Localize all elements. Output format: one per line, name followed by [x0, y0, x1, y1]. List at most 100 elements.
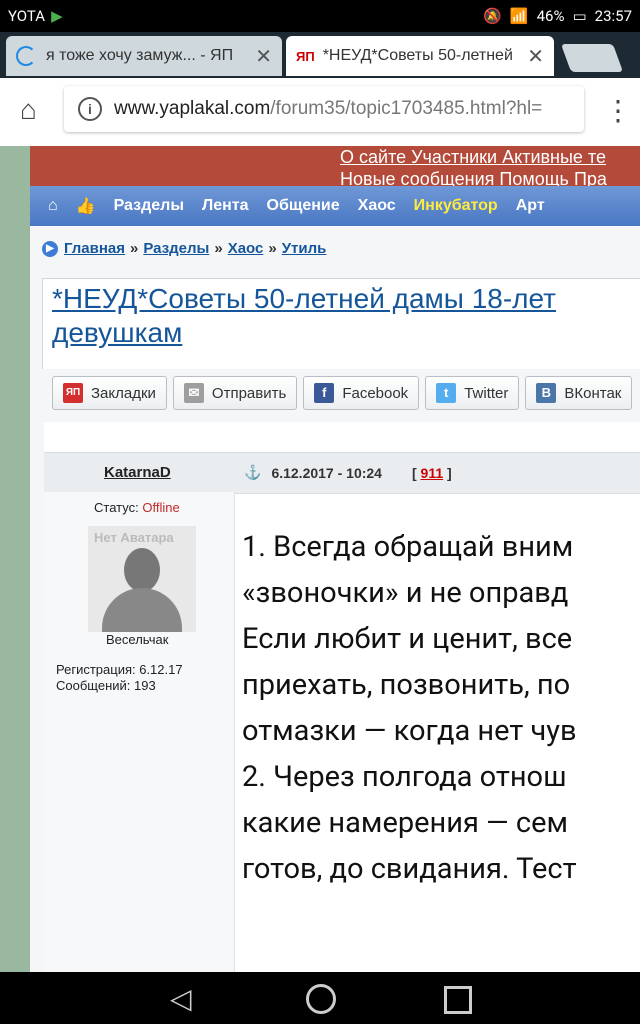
- avatar: Нет Аватара: [88, 526, 196, 632]
- author-messages: Сообщений: 193: [56, 678, 156, 693]
- breadcrumb-sep: »: [268, 240, 277, 257]
- avatar-body-icon: [102, 588, 182, 632]
- share-label: Закладки: [91, 384, 156, 402]
- status-bar: YOTA ▶ 🔕 📶 46% ▭ 23:57: [0, 0, 640, 32]
- breadcrumb-razdely[interactable]: Разделы: [143, 240, 209, 257]
- info-icon[interactable]: i: [78, 97, 102, 121]
- breadcrumb-arrow-icon: ▶: [42, 240, 58, 257]
- clock: 23:57: [594, 7, 632, 25]
- facebook-icon: f: [314, 383, 335, 403]
- recents-icon[interactable]: [444, 986, 472, 1014]
- nav-item-inkubator[interactable]: Инкубатор: [414, 197, 498, 215]
- anchor-icon[interactable]: ⚓: [244, 464, 261, 481]
- post-body: 1. Всегда обращай вним «звоночки» и не о…: [242, 524, 640, 892]
- share-vk-button[interactable]: В ВКонтак: [525, 376, 633, 410]
- tab-label: я тоже хочу замуж... - ЯП: [46, 47, 234, 64]
- back-icon[interactable]: ◁: [170, 982, 192, 1015]
- address-bar[interactable]: i www.yaplakal.com /forum35/topic1703485…: [64, 86, 584, 132]
- post-line: какие намерения — сем: [242, 806, 568, 840]
- vk-icon: В: [536, 383, 557, 403]
- avatar-placeholder-text: Нет Аватара: [94, 530, 174, 545]
- share-send-button[interactable]: ✉ Отправить: [172, 376, 298, 410]
- nav-item-obshchenie[interactable]: Общение: [267, 197, 340, 215]
- topic-title[interactable]: *НЕУД*Советы 50-летней дамы 18-лет девуш…: [52, 282, 556, 350]
- post-author[interactable]: KatarnaD: [104, 464, 171, 481]
- status-value: Offline: [142, 500, 180, 515]
- topic-title-line2: девушкам: [52, 317, 183, 348]
- post-meta: ⚓ 6.12.2017 - 10:24 [ 911 ]: [244, 464, 452, 481]
- breadcrumb: ▶ Главная » Разделы » Хаос » Утиль: [42, 240, 326, 257]
- mute-icon: 🔕: [483, 7, 502, 25]
- author-registration: Регистрация: 6.12.17: [56, 662, 183, 677]
- menu-icon[interactable]: ⋮: [604, 94, 632, 127]
- post-rating[interactable]: 911: [421, 465, 444, 481]
- post-line: отмазки — когда нет чув: [242, 714, 577, 748]
- avatar-face-icon: [124, 548, 160, 592]
- post-date: 6.12.2017 - 10:24: [271, 464, 382, 481]
- share-label: ВКонтак: [564, 384, 622, 402]
- author-rank: Весельчак: [106, 632, 169, 647]
- home-circle-icon[interactable]: [306, 984, 336, 1014]
- home-nav-icon[interactable]: ⌂: [48, 197, 58, 215]
- share-label: Twitter: [464, 384, 509, 402]
- url-path: /forum35/topic1703485.html?hl=: [270, 98, 543, 119]
- like-nav-icon[interactable]: 👍: [76, 196, 96, 216]
- post: KatarnaD ⚓ 6.12.2017 - 10:24 [ 911 ] Ста…: [44, 422, 640, 972]
- mail-icon: ✉: [183, 383, 204, 403]
- new-tab-button[interactable]: [560, 44, 624, 72]
- topic-title-line1: *НЕУД*Советы 50-летней дамы 18-лет: [52, 283, 556, 314]
- android-nav-bar: ◁: [0, 972, 640, 1024]
- nav-item-khaos[interactable]: Хаос: [358, 197, 396, 215]
- tab-active[interactable]: ЯП *НЕУД*Советы 50-летней ✕: [286, 36, 554, 76]
- loading-icon: [16, 46, 36, 66]
- share-facebook-button[interactable]: f Facebook: [303, 376, 420, 410]
- breadcrumb-sep: »: [130, 240, 139, 257]
- tab-inactive[interactable]: я тоже хочу замуж... - ЯП ✕: [6, 36, 282, 76]
- post-line: готов, до свидания. Тест: [242, 852, 577, 886]
- site-links-row1[interactable]: О сайте Участники Активные те: [340, 146, 607, 168]
- post-line: 2. Через полгода отнош: [242, 760, 567, 794]
- post-line: «звоночки» и не оправд: [242, 576, 569, 610]
- breadcrumb-khaos[interactable]: Хаос: [228, 240, 264, 257]
- content-area: ▶ Главная » Разделы » Хаос » Утиль *НЕУД…: [30, 226, 640, 972]
- site-header-art: О сайте Участники Активные те Новые сооб…: [0, 146, 640, 186]
- breadcrumb-util[interactable]: Утиль: [282, 240, 327, 257]
- battery-icon: ▭: [572, 7, 587, 25]
- share-label: Отправить: [211, 384, 287, 402]
- nav-item-razdely[interactable]: Разделы: [114, 197, 184, 215]
- nav-item-lenta[interactable]: Лента: [202, 197, 249, 215]
- battery-percent: 46%: [536, 7, 565, 25]
- wifi-icon: 📶: [509, 7, 529, 25]
- site-links-row2[interactable]: Новые сообщения Помощь Пра: [340, 168, 607, 186]
- close-tab-icon[interactable]: ✕: [255, 44, 272, 69]
- main-nav: ⌂ 👍 Разделы Лента Общение Хаос Инкубатор…: [30, 186, 640, 226]
- home-icon[interactable]: ⌂: [20, 94, 37, 126]
- carrier-label: YOTA: [8, 7, 46, 25]
- site-links: О сайте Участники Активные те Новые сооб…: [340, 146, 607, 186]
- tab-strip: я тоже хочу замуж... - ЯП ✕ ЯП *НЕУД*Сов…: [0, 32, 640, 78]
- tab-label: *НЕУД*Советы 50-летней: [322, 47, 513, 64]
- web-page: О сайте Участники Активные те Новые сооб…: [0, 146, 640, 972]
- post-line: приехать, позвонить, по: [242, 668, 571, 702]
- play-icon: ▶: [51, 7, 63, 25]
- breadcrumb-sep: »: [214, 240, 223, 257]
- share-bar: ЯП Закладки ✉ Отправить f Facebook t Twitter…: [52, 376, 633, 410]
- post-line: Если любит и ценит, все: [242, 622, 573, 656]
- twitter-icon: t: [436, 383, 457, 403]
- close-tab-icon[interactable]: ✕: [527, 44, 544, 69]
- author-status: Статус: Offline: [94, 500, 180, 515]
- nav-item-art[interactable]: Арт: [516, 197, 545, 215]
- rating-bracket: [ 911 ]: [411, 464, 452, 481]
- yap-icon: ЯП: [63, 383, 83, 403]
- url-host: www.yaplakal.com: [114, 98, 271, 119]
- left-decor-strip: [0, 146, 30, 972]
- post-line: 1. Всегда обращай вним: [242, 530, 574, 564]
- post-header: KatarnaD ⚓ 6.12.2017 - 10:24 [ 911 ]: [44, 452, 640, 494]
- share-twitter-button[interactable]: t Twitter: [425, 376, 520, 410]
- breadcrumb-glavnaya[interactable]: Главная: [64, 240, 125, 257]
- status-label: Статус:: [94, 500, 139, 515]
- share-bookmarks-button[interactable]: ЯП Закладки: [52, 376, 167, 410]
- yap-favicon-icon: ЯП: [296, 48, 315, 64]
- share-label: Facebook: [342, 384, 409, 402]
- browser-toolbar: ⌂ i www.yaplakal.com /forum35/topic17034…: [0, 78, 640, 147]
